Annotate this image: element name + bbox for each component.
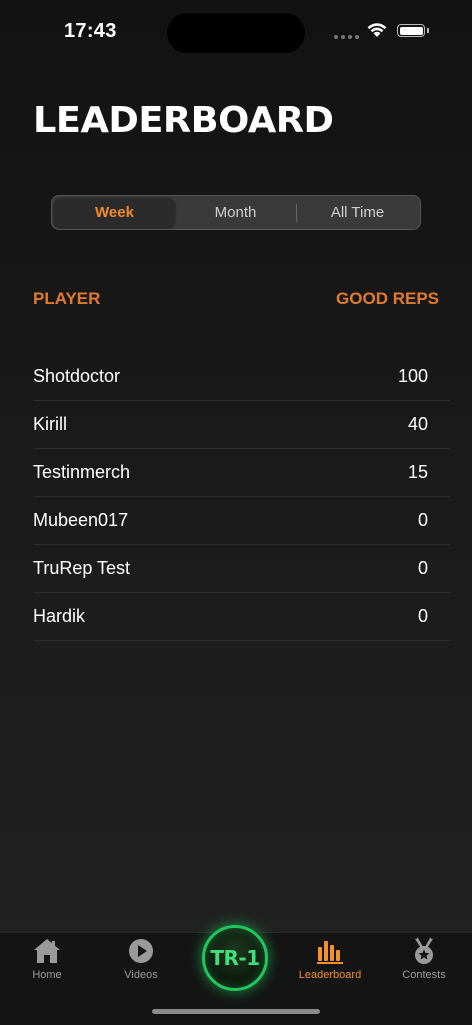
cellular-signal-icon — [334, 35, 359, 39]
battery-icon — [397, 24, 425, 37]
tab-contests[interactable]: Contests — [384, 937, 464, 981]
table-row[interactable]: Hardik 0 — [33, 593, 450, 641]
player-name: Kirill — [33, 414, 67, 434]
player-name: Mubeen017 — [33, 510, 129, 530]
good-reps-column-header: GOOD REPS — [336, 289, 439, 308]
segment-all-time[interactable]: All Time — [297, 198, 418, 227]
home-icon — [34, 939, 60, 963]
player-name: Shotdoctor — [33, 366, 121, 386]
leaderboard-list: Shotdoctor 100 Kirill 40 Testinmerch 15 … — [33, 353, 450, 641]
table-row[interactable]: Kirill 40 — [33, 401, 450, 449]
good-reps-value: 0 — [417, 606, 428, 626]
tab-leaderboard[interactable]: Leaderboard — [290, 937, 370, 981]
status-bar: 17:43 — [0, 0, 472, 60]
home-indicator — [152, 1009, 320, 1014]
table-row[interactable]: Testinmerch 15 — [33, 449, 450, 497]
player-name: Hardik — [33, 606, 86, 626]
good-reps-value: 100 — [397, 366, 428, 386]
bar-chart-icon — [317, 941, 343, 964]
tab-home-label: Home — [32, 969, 62, 981]
table-row[interactable]: Mubeen017 0 — [33, 497, 450, 545]
good-reps-value: 40 — [407, 414, 428, 434]
table-row[interactable]: Shotdoctor 100 — [33, 353, 450, 401]
medal-icon — [415, 938, 433, 964]
table-header: PLAYER GOOD REPS — [33, 289, 439, 309]
segment-month[interactable]: Month — [175, 198, 296, 227]
tr1-label: TR-1 — [210, 946, 260, 970]
good-reps-value: 0 — [417, 510, 428, 530]
play-icon — [129, 939, 153, 963]
tab-home[interactable]: Home — [7, 937, 87, 981]
status-time: 17:43 — [64, 20, 117, 42]
wifi-icon — [367, 23, 387, 37]
table-row[interactable]: TruRep Test 0 — [33, 545, 450, 593]
segment-week[interactable]: Week — [54, 198, 175, 227]
tr1-center-button[interactable]: TR-1 — [202, 925, 268, 991]
tab-contests-label: Contests — [402, 969, 446, 981]
good-reps-value: 0 — [417, 558, 428, 578]
period-segmented-control: Week Month All Time — [51, 195, 421, 230]
page-title: LEADERBOARD — [33, 100, 334, 141]
player-name: TruRep Test — [33, 558, 131, 578]
tab-videos-label: Videos — [124, 969, 158, 981]
tab-videos[interactable]: Videos — [101, 937, 181, 981]
dynamic-island — [167, 13, 305, 53]
good-reps-value: 15 — [407, 462, 428, 482]
tab-leaderboard-label: Leaderboard — [298, 969, 362, 981]
player-name: Testinmerch — [33, 462, 131, 482]
player-column-header: PLAYER — [33, 289, 101, 308]
